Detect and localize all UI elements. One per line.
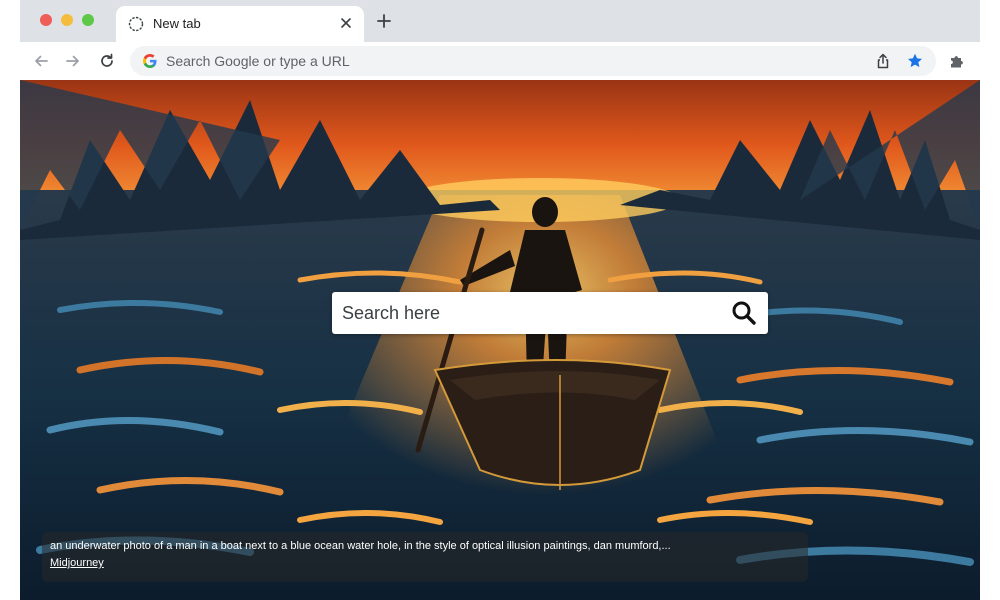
omnibox[interactable]: [130, 46, 936, 76]
tab-title: New tab: [153, 16, 201, 31]
puzzle-extension-icon[interactable]: [948, 52, 966, 70]
window-minimize-button[interactable]: [61, 14, 73, 26]
forward-arrow-icon[interactable]: [64, 52, 82, 70]
omnibox-input[interactable]: [166, 49, 806, 73]
share-icon[interactable]: [874, 52, 892, 70]
page-viewport: an underwater photo of a man in a boat n…: [20, 80, 980, 600]
background-artwork: [20, 80, 980, 600]
search-icon: [732, 301, 756, 325]
browser-toolbar: [20, 42, 980, 80]
browser-window: New tab Search Google or type a URL Sear…: [20, 0, 980, 600]
reload-icon[interactable]: [98, 52, 116, 70]
plus-icon[interactable]: [376, 13, 392, 29]
close-icon[interactable]: [338, 15, 354, 31]
window-close-button[interactable]: [40, 14, 52, 26]
loading-spinner-icon: [128, 16, 144, 32]
tab-strip: New tab: [20, 0, 980, 42]
caption-credit-link[interactable]: Midjourney: [50, 556, 104, 571]
tab-new-tab[interactable]: New tab: [116, 6, 364, 42]
back-arrow-icon[interactable]: [32, 52, 50, 70]
search-button[interactable]: [730, 300, 758, 326]
window-maximize-button[interactable]: [82, 14, 94, 26]
star-icon[interactable]: [906, 52, 924, 70]
caption-text: an underwater photo of a man in a boat n…: [50, 540, 671, 552]
google-logo-icon: [143, 54, 157, 68]
search-box: [332, 292, 768, 334]
search-input[interactable]: [342, 298, 722, 328]
image-caption: an underwater photo of a man in a boat n…: [42, 532, 808, 582]
